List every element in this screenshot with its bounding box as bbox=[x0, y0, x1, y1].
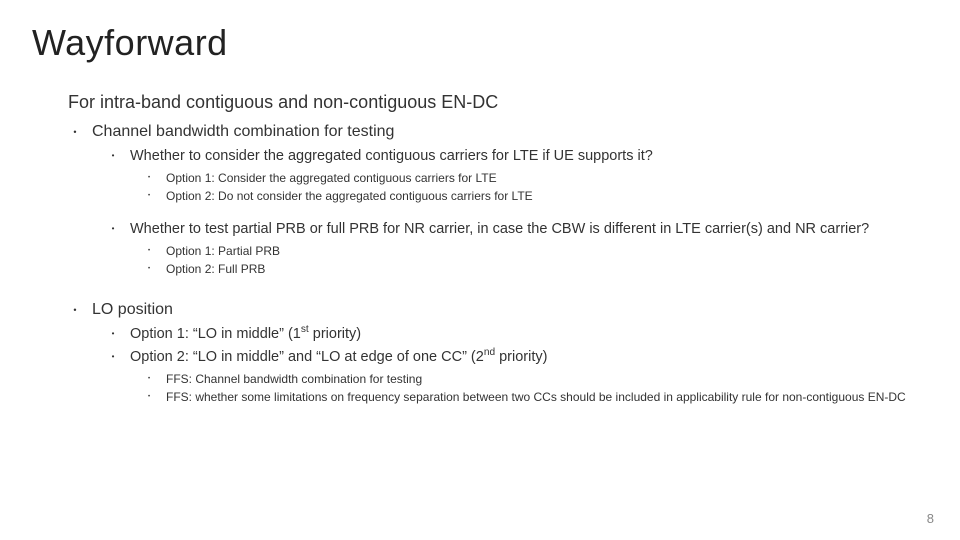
section-heading: For intra-band contiguous and non-contig… bbox=[68, 92, 924, 113]
bullet-text: Option 1: “LO in middle” (1st priority) bbox=[130, 325, 924, 344]
bullet-icon: • bbox=[106, 348, 120, 361]
bullet-agg-opt2: • Option 2: Do not consider the aggregat… bbox=[142, 188, 924, 204]
bullet-text: Option 2: “LO in middle” and “LO at edge… bbox=[130, 348, 924, 367]
bullet-icon: • bbox=[106, 325, 120, 338]
bullet-icon: • bbox=[142, 261, 156, 272]
bullet-text: Whether to consider the aggregated conti… bbox=[130, 147, 924, 166]
bullet-prb-opt1: • Option 1: Partial PRB bbox=[142, 243, 924, 259]
bullet-agg-opt1: • Option 1: Consider the aggregated cont… bbox=[142, 170, 924, 186]
spacer bbox=[32, 279, 924, 301]
text-post: priority) bbox=[495, 349, 547, 365]
bullet-text: FFS: Channel bandwidth combination for t… bbox=[166, 371, 924, 387]
bullet-icon: • bbox=[142, 389, 156, 400]
bullet-lo-opt1: • Option 1: “LO in middle” (1st priority… bbox=[106, 325, 924, 344]
bullet-icon: • bbox=[142, 188, 156, 199]
bullet-ffs-2: • FFS: whether some limitations on frequ… bbox=[142, 389, 924, 405]
bullet-lo-opt2: • Option 2: “LO in middle” and “LO at ed… bbox=[106, 348, 924, 367]
bullet-text: Channel bandwidth combination for testin… bbox=[92, 123, 924, 141]
bullet-text: Option 2: Full PRB bbox=[166, 261, 924, 277]
bullet-text: LO position bbox=[92, 301, 924, 319]
bullet-icon: • bbox=[106, 147, 120, 160]
bullet-text: FFS: whether some limitations on frequen… bbox=[166, 389, 924, 405]
bullet-icon: • bbox=[106, 220, 120, 233]
bullet-icon: • bbox=[68, 301, 82, 315]
bullet-icon: • bbox=[142, 170, 156, 181]
ordinal-sup: nd bbox=[484, 347, 495, 358]
bullet-lo-position: • LO position bbox=[68, 301, 924, 319]
bullet-text: Option 1: Consider the aggregated contig… bbox=[166, 170, 924, 186]
bullet-prb-q: • Whether to test partial PRB or full PR… bbox=[106, 220, 924, 239]
bullet-agg-carriers-q: • Whether to consider the aggregated con… bbox=[106, 147, 924, 166]
bullet-ffs-1: • FFS: Channel bandwidth combination for… bbox=[142, 371, 924, 387]
bullet-icon: • bbox=[142, 243, 156, 254]
ordinal-sup: st bbox=[301, 325, 309, 336]
spacer bbox=[32, 206, 924, 220]
bullet-icon: • bbox=[68, 123, 82, 137]
text-post: priority) bbox=[309, 326, 361, 342]
slide: Wayforward For intra-band contiguous and… bbox=[0, 0, 960, 540]
bullet-text: Option 2: Do not consider the aggregated… bbox=[166, 188, 924, 204]
bullet-channel-bandwidth: • Channel bandwidth combination for test… bbox=[68, 123, 924, 141]
bullet-text: Whether to test partial PRB or full PRB … bbox=[130, 220, 924, 239]
bullet-prb-opt2: • Option 2: Full PRB bbox=[142, 261, 924, 277]
bullet-text: Option 1: Partial PRB bbox=[166, 243, 924, 259]
bullet-icon: • bbox=[142, 371, 156, 382]
page-title: Wayforward bbox=[32, 22, 924, 64]
text-pre: Option 2: “LO in middle” and “LO at edge… bbox=[130, 349, 484, 365]
page-number: 8 bbox=[927, 511, 934, 526]
text-pre: Option 1: “LO in middle” (1 bbox=[130, 326, 301, 342]
